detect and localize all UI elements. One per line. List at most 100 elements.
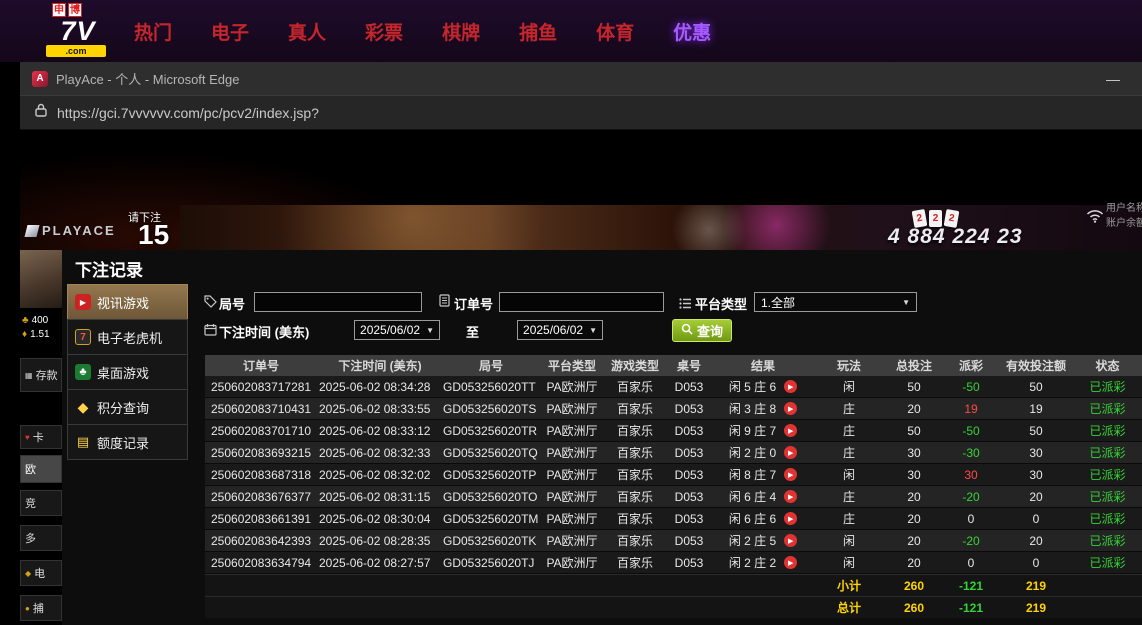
cell-order: 250602083676377 [205,490,317,504]
points-diamond-icon: ◆ [75,399,91,415]
cell-game: 百家乐 [605,466,665,483]
logo-badge: 申 [52,3,66,17]
cell-table: D053 [665,380,713,394]
nav-item-lottery[interactable]: 彩票 [365,18,403,45]
nav-item-promos[interactable]: 优惠 [673,18,711,45]
strip-item-card[interactable]: ♥ 卡 [20,425,62,449]
round-label: 局号 [219,294,245,313]
cell-result: 闲 5 庄 6 ▶ [713,378,813,395]
replay-play-icon[interactable]: ▶ [784,380,797,393]
bet-records-modal: 下注记录 ▶ 视讯游戏 7 电子老虎机 ♣ 桌面游戏 ◆ [62,250,1142,625]
top-nav-bar: 申 博 7V .com 热门 电子 真人 彩票 棋牌 捕鱼 体育 优惠 [0,0,1142,62]
menu-label: 额度记录 [97,433,149,452]
nav-item-live[interactable]: 真人 [288,18,326,45]
round-input[interactable] [254,292,422,312]
strip-item-dian[interactable]: ◆ 电 [20,560,62,586]
cell-payout: -20 [943,534,999,548]
replay-play-icon[interactable]: ▶ [784,534,797,547]
replay-play-icon[interactable]: ▶ [784,446,797,459]
cell-valid: 19 [999,402,1073,416]
menu-slot-machines[interactable]: 7 电子老虎机 [67,319,188,355]
replay-play-icon[interactable]: ▶ [784,424,797,437]
balance-row: ♦ 1.51 [22,329,50,340]
cell-platform: PA欧洲厅 [539,510,605,527]
site-logo[interactable]: 申 博 7V .com [46,3,110,57]
cell-table: D053 [665,512,713,526]
cell-valid: 20 [999,534,1073,548]
card-icon: ♥ [25,433,30,442]
nav-item-fishing[interactable]: 捕鱼 [519,18,557,45]
chevron-down-icon: ▼ [426,326,434,335]
cell-status: 已派彩 [1073,466,1142,483]
subtotal-bet: 260 [885,579,943,593]
nav-item-hot[interactable]: 热门 [134,18,172,45]
cell-order: 250602083642393 [205,534,317,548]
cell-result: 闲 6 庄 6 ▶ [713,510,813,527]
search-button[interactable]: 查询 [672,319,732,342]
game-sidebar: ♣ 400 ♦ 1.51 ▦ 存款 ♥ 卡 欧 [20,248,62,625]
logo-text: 7V [46,17,110,45]
menu-credit-records[interactable]: ▤ 额度记录 [67,424,188,460]
strip-item-jing[interactable]: 竞 [20,490,62,516]
cell-valid: 0 [999,556,1073,570]
logo-badge: 博 [68,3,82,17]
nav-item-slots[interactable]: 电子 [211,18,249,45]
cell-betside: 庄 [813,422,885,439]
strip-item-duo[interactable]: 多 [20,525,62,551]
nav-item-chess[interactable]: 棋牌 [442,18,480,45]
replay-play-icon[interactable]: ▶ [784,468,797,481]
cell-valid: 30 [999,446,1073,460]
date-to-value: 2025/06/02 [523,323,583,337]
menu-points-query[interactable]: ◆ 积分查询 [67,389,188,425]
cell-result: 闲 2 庄 0 ▶ [713,444,813,461]
menu-video-games[interactable]: ▶ 视讯游戏 [67,284,188,320]
col-valid: 有效投注额 [999,357,1073,374]
cell-betside: 庄 [813,400,885,417]
deposit-icon: ▦ [25,371,33,380]
strip-item-ou[interactable]: 欧 [20,455,62,483]
nav-item-sports[interactable]: 体育 [596,18,634,45]
cell-platform: PA欧洲厅 [539,488,605,505]
replay-play-icon[interactable]: ▶ [784,556,797,569]
cell-time: 2025-06-02 08:33:12 [317,424,443,438]
result-text: 闲 6 庄 6 [729,510,776,527]
strip-item-deposit[interactable]: ▦ 存款 [20,358,62,392]
result-text: 闲 8 庄 7 [729,466,776,483]
strip-item-label: 卡 [33,429,44,445]
cell-round: GD053256020TQ [443,446,539,460]
cell-betside: 庄 [813,444,885,461]
chevron-down-icon: ▼ [896,298,910,307]
table-row: 250602083676377 2025-06-02 08:31:15 GD05… [205,486,1142,508]
cell-bet: 20 [885,534,943,548]
cell-table: D053 [665,424,713,438]
menu-label: 视讯游戏 [97,293,149,312]
strip-item-bu[interactable]: ● 捕 [20,595,62,621]
cell-round: GD053256020TT [443,380,539,394]
date-from-select[interactable]: 2025/06/02 ▼ [354,320,440,340]
cell-bet: 20 [885,490,943,504]
cell-payout: 0 [943,512,999,526]
cell-time: 2025-06-02 08:31:15 [317,490,443,504]
cell-round: GD053256020TO [443,490,539,504]
bet-records-table: 订单号 下注时间 (美东) 局号 平台类型 游戏类型 桌号 结果 玩法 总投注 … [205,355,1142,618]
replay-play-icon[interactable]: ▶ [784,490,797,503]
page-content: PLAYACE 请下注 15 2 2 2 4 884 224 23 用户名称 账… [20,130,1142,625]
minimize-button[interactable]: — [1096,71,1130,87]
platform-select[interactable]: 1.全部 ▼ [754,292,917,312]
col-round: 局号 [443,357,539,374]
slot-machine-icon: 7 [75,329,91,345]
col-bet: 总投注 [885,357,943,374]
cell-payout: -30 [943,446,999,460]
date-to-select[interactable]: 2025/06/02 ▼ [517,320,603,340]
replay-play-icon[interactable]: ▶ [784,512,797,525]
cell-platform: PA欧洲厅 [539,378,605,395]
cell-valid: 0 [999,512,1073,526]
cell-result: 闲 9 庄 7 ▶ [713,422,813,439]
order-input[interactable] [499,292,664,312]
record-doc-icon: ▤ [75,434,91,450]
browser-urlbar[interactable]: https://gci.7vvvvvv.com/pc/pcv2/index.js… [20,95,1142,130]
menu-table-games[interactable]: ♣ 桌面游戏 [67,354,188,390]
replay-play-icon[interactable]: ▶ [784,402,797,415]
col-order: 订单号 [205,357,317,374]
table-row: 250602083642393 2025-06-02 08:28:35 GD05… [205,530,1142,552]
